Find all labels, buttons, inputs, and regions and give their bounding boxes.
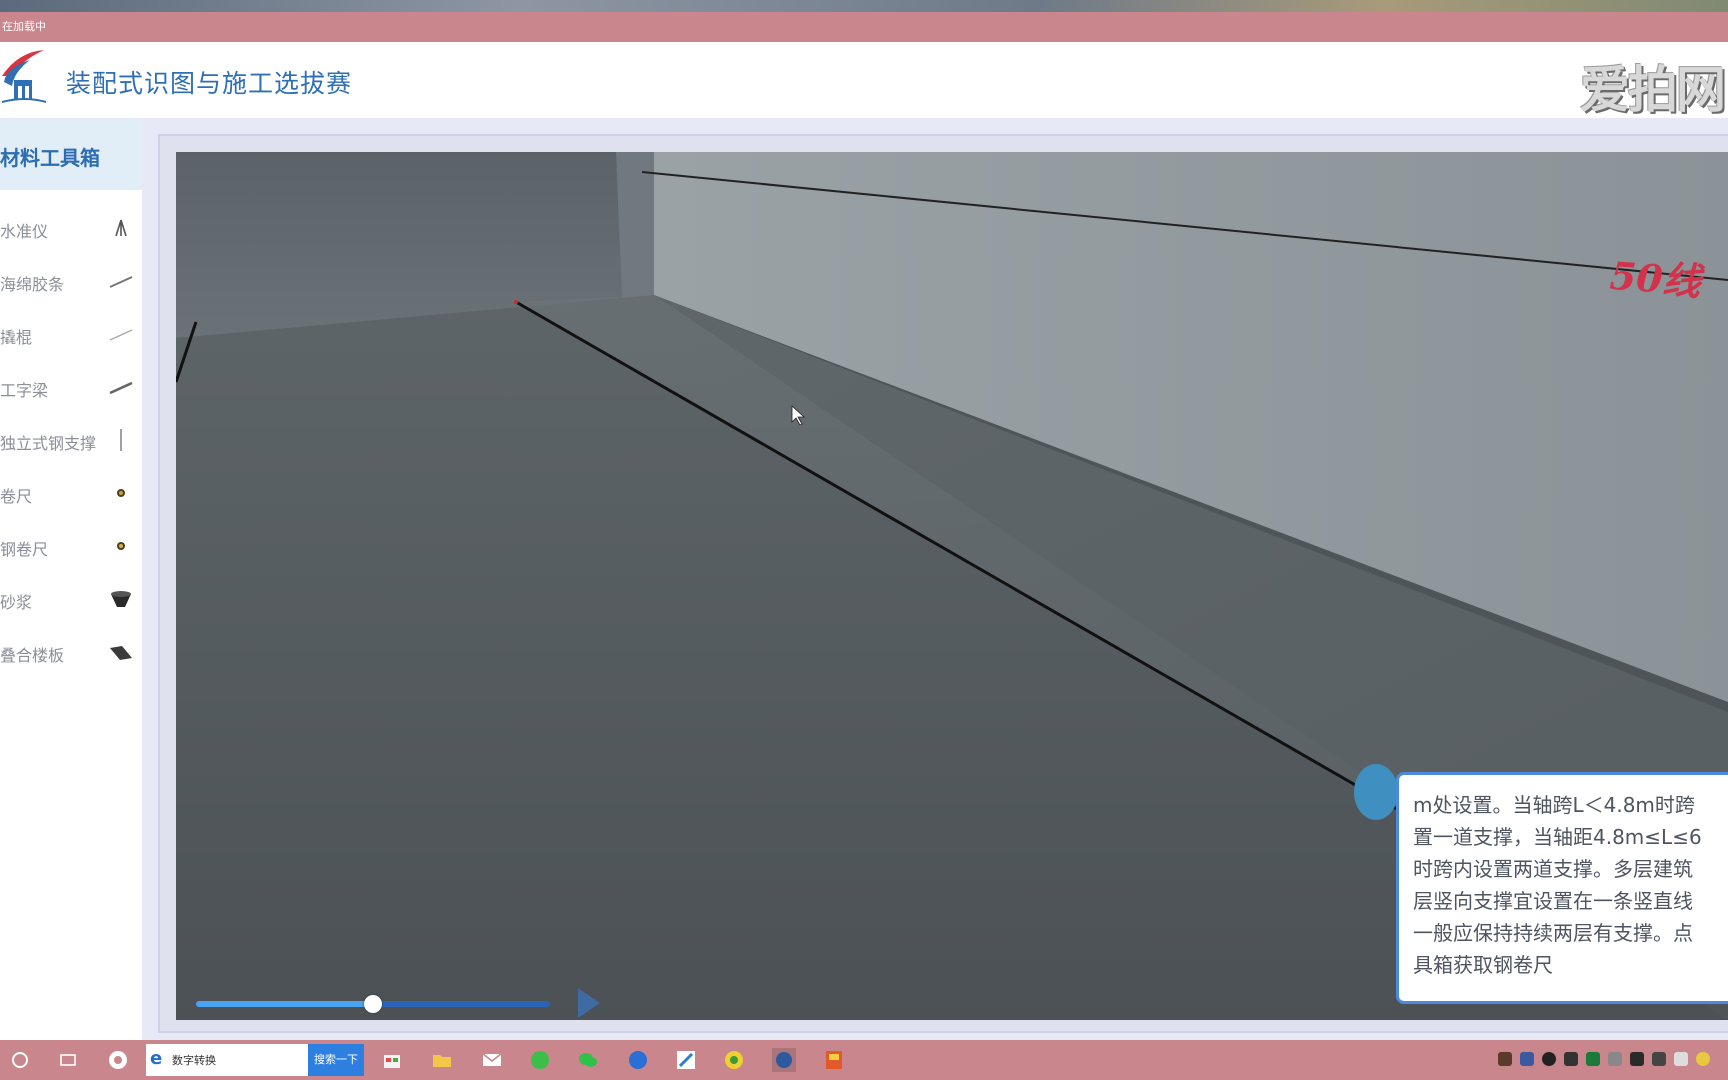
task-view-icon[interactable] [56,1048,80,1072]
tool-item-level[interactable]: 水准仪 [0,208,142,248]
toolbox-sidebar: 材料工具箱 水准仪 海绵胶条 撬棍 工字梁 独立式钢支撑 卷尺 钢卷尺 砂浆 叠… [0,120,142,1040]
tool-item-slab[interactable]: 叠合楼板 [0,632,142,672]
steel-prop-icon [120,429,122,451]
yellow-app-icon[interactable] [722,1048,746,1072]
slider-fill [196,1001,373,1007]
tool-label: 叠合楼板 [0,646,65,665]
slab-icon [110,646,132,660]
toolbox-header: 材料工具箱 [0,120,142,190]
mortar-icon [111,591,131,607]
instruction-tooltip: m处设置。当轴跨L＜4.8m时跨 置一道支撑，当轴距4.8m≤L≤6 时跨内设置… [1396,772,1728,1004]
tool-item-steel-prop[interactable]: 独立式钢支撑 [0,420,142,460]
tool-item-steel-tape[interactable]: 钢卷尺 [0,526,142,566]
tray-icon[interactable] [1586,1052,1600,1066]
tool-item-foam-strip[interactable]: 海绵胶条 [0,261,142,301]
start-circle-icon[interactable] [8,1048,32,1072]
desktop-strip [0,0,1728,12]
store-icon[interactable] [380,1048,404,1072]
wechat-icon[interactable] [576,1048,600,1072]
watermark: 爱拍网 [1580,61,1726,119]
window-titlebar: 在加载中 [0,12,1728,42]
tool-label: 砂浆 [0,593,33,612]
green-app-icon[interactable] [528,1048,552,1072]
strip-icon [109,276,133,288]
ie-icon: e [150,1048,163,1069]
tray-icon[interactable] [1674,1052,1688,1066]
instruction-line: 层竖向支撑宜设置在一条竖直线 [1413,889,1693,913]
tray-icon[interactable] [1520,1052,1534,1066]
play-icon[interactable] [578,988,600,1018]
tool-item-i-beam[interactable]: 工字梁 [0,367,142,407]
app-title: 装配式识图与施工选拔赛 [66,69,353,98]
tray-icon[interactable] [1542,1052,1556,1066]
tool-label: 工字梁 [0,381,49,400]
tool-item-crowbar[interactable]: 撬棍 [0,314,142,354]
tool-label: 独立式钢支撑 [0,434,97,453]
tool-item-tape[interactable]: 卷尺 [0,473,142,513]
search-button[interactable]: 搜索一下 [308,1044,364,1076]
tool-item-mortar[interactable]: 砂浆 [0,579,142,619]
tool-label: 卷尺 [0,487,33,506]
window-title: 在加载中 [2,20,46,33]
beam-icon [109,381,133,395]
folder-icon[interactable] [430,1048,454,1072]
tray-icon[interactable] [1696,1052,1710,1066]
logo-icon [1,50,47,103]
steel-tape-icon [117,542,125,550]
tray-icon[interactable] [1564,1052,1578,1066]
app-header: 装配式识图与施工选拔赛 爱拍网 [0,42,1728,120]
tool-label: 海绵胶条 [0,275,65,294]
blue-app-icon[interactable] [626,1048,650,1072]
tool-label: 钢卷尺 [0,540,49,559]
tray-icon[interactable] [1498,1052,1512,1066]
instruction-line: 时跨内设置两道支撑。多层建筑 [1413,857,1693,881]
taskbar-search[interactable]: e 数字转换 [146,1044,308,1076]
instruction-line: 一般应保持持续两层有支撑。点 [1413,921,1693,945]
mail-icon[interactable] [480,1048,504,1072]
app-pinwheel-icon[interactable] [106,1048,130,1072]
tripod-icon [115,219,127,237]
tray-icon[interactable] [1630,1052,1644,1066]
wall-marker-50-line: 50线 [1608,252,1703,305]
taskbar: e 数字转换 搜索一下 [0,1040,1728,1080]
tape-measure-icon [117,489,125,497]
feather-app-icon[interactable] [674,1048,698,1072]
toolbox-title: 材料工具箱 [0,146,100,170]
active-app-icon[interactable] [772,1048,796,1072]
tray-icon[interactable] [1652,1052,1666,1066]
tray-icon[interactable] [1608,1052,1622,1066]
crowbar-icon [109,329,133,341]
instruction-line: m处设置。当轴跨L＜4.8m时跨 [1413,793,1695,817]
instruction-line: 具箱获取钢卷尺 [1413,953,1553,977]
playback-slider[interactable] [196,994,556,1014]
instruction-line: 置一道支撑，当轴距4.8m≤L≤6 [1413,825,1702,849]
tool-label: 水准仪 [0,222,49,241]
game-app-icon[interactable] [822,1048,846,1072]
slider-knob[interactable] [364,995,382,1013]
tool-label: 撬棍 [0,328,33,347]
search-text: 数字转换 [172,1054,216,1067]
instruction-text: m处设置。当轴跨L＜4.8m时跨 置一道支撑，当轴距4.8m≤L≤6 时跨内设置… [1413,789,1728,981]
